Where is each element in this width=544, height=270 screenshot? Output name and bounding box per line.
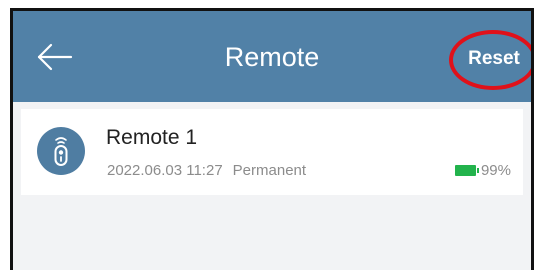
battery-percent: 99% [480, 162, 511, 179]
remote-name: Remote 1 [106, 126, 198, 149]
battery-status: 99% [454, 161, 511, 181]
page-title: Remote [224, 42, 320, 72]
app-screen: Remote Reset Remote 1 2022.06.03 11:27 Pe… [10, 8, 534, 270]
remote-control-icon [37, 127, 85, 175]
remote-meta: 2022.06.03 11:27 Permanent [107, 161, 306, 181]
battery-icon [454, 165, 479, 176]
back-arrow-icon [37, 43, 73, 71]
remote-list-item[interactable]: Remote 1 2022.06.03 11:27 Permanent 99% [21, 109, 523, 195]
remote-type: Permanent [232, 162, 307, 179]
remote-date: 2022.06.03 11:27 [107, 162, 223, 179]
back-button[interactable] [35, 41, 75, 73]
reset-button[interactable]: Reset [458, 36, 530, 82]
app-header: Remote Reset [13, 11, 531, 102]
